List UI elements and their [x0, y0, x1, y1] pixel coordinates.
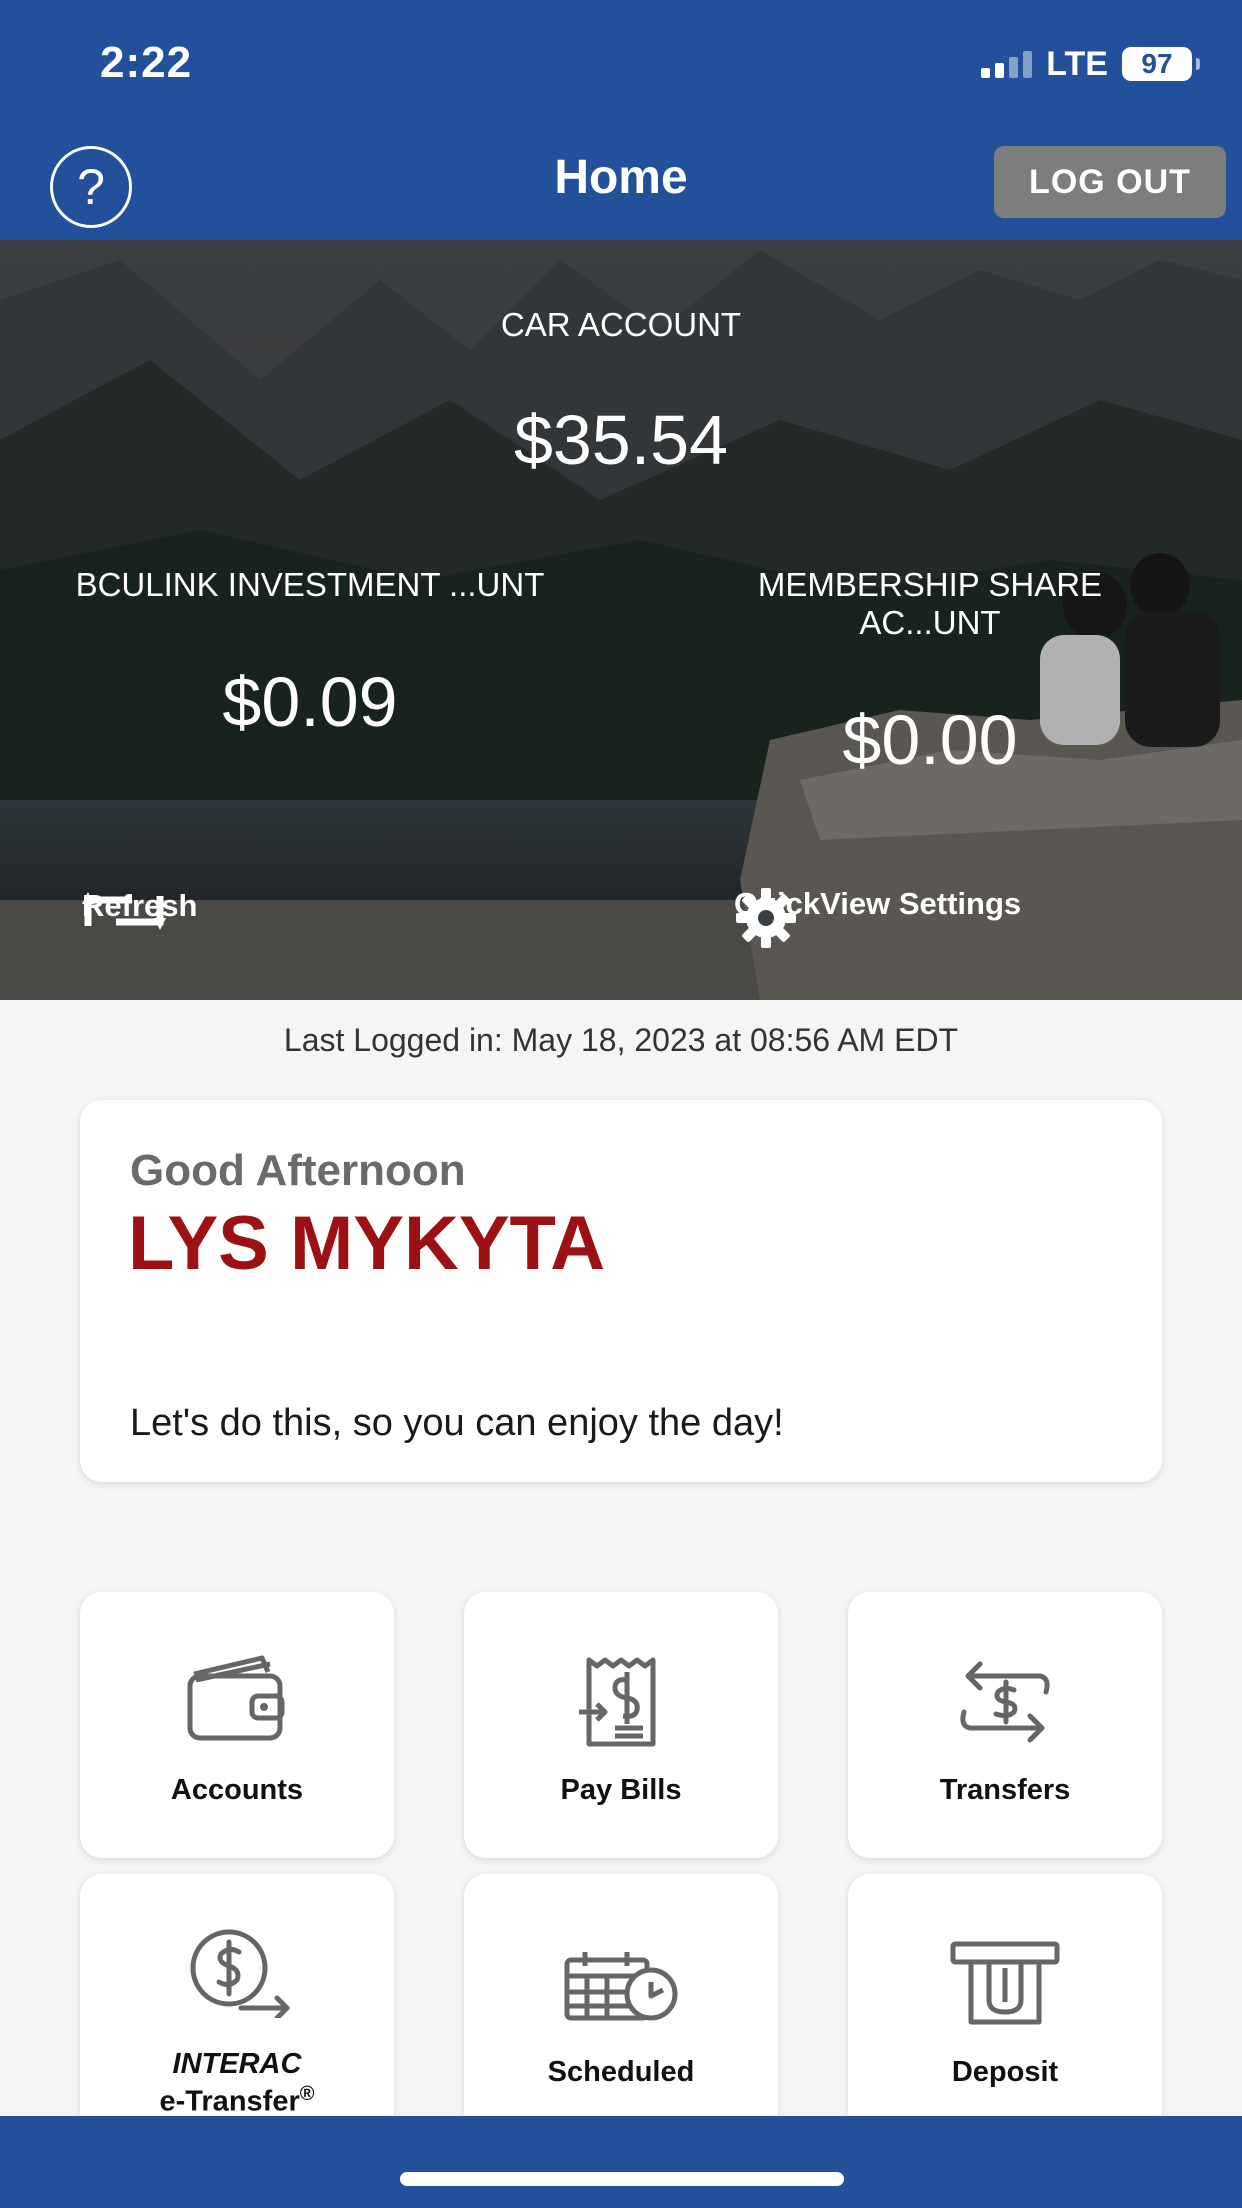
status-indicators: LTE 97: [981, 44, 1200, 84]
tile-transfers[interactable]: Transfers: [848, 1592, 1162, 1858]
greeting-name: LYS MYKYTA: [128, 1201, 606, 1286]
tile-transfers-label: Transfers: [939, 1774, 1071, 1806]
right-account-name: MEMBERSHIP SHARE AC...UNT: [680, 566, 1180, 642]
tile-interac-etransfer[interactable]: INTERAC e-Transfer®: [80, 1874, 394, 2140]
tile-pay-bills[interactable]: Pay Bills: [464, 1592, 778, 1858]
registered-mark: ®: [299, 2083, 315, 2105]
logout-button[interactable]: LOG OUT: [994, 146, 1226, 218]
tile-deposit[interactable]: Deposit: [848, 1874, 1162, 2140]
gear-icon: [736, 888, 796, 948]
primary-account-name: CAR ACCOUNT: [500, 306, 742, 343]
quickview-settings-button[interactable]: QuickView Settings: [734, 886, 1021, 948]
tile-accounts[interactable]: Accounts: [80, 1592, 394, 1858]
tile-deposit-label: Deposit: [951, 2056, 1059, 2088]
right-account-name-line1: MEMBERSHIP SHARE: [757, 566, 1103, 603]
top-bar: 2:22 LTE 97 ? Home LOG OUT: [0, 0, 1242, 240]
status-time: 2:22: [100, 38, 193, 87]
atm-deposit-icon: [950, 1941, 1060, 2025]
tile-scheduled[interactable]: Scheduled: [464, 1874, 778, 2140]
battery-icon: 97: [1122, 47, 1200, 81]
wallet-icon: [187, 1655, 285, 1741]
greeting-salutation: Good Afternoon: [130, 1146, 466, 1195]
primary-account-balance: $35.54: [513, 401, 729, 479]
right-account-balance: $0.00: [842, 701, 1018, 779]
tile-pay-bills-label: Pay Bills: [560, 1774, 682, 1806]
tile-interac-etransfer-label: INTERAC e-Transfer®: [80, 2049, 394, 2117]
greeting-card: Good Afternoon LYS MYKYTA Let's do this,…: [80, 1100, 1162, 1482]
quickview-panel: CAR ACCOUNT $35.54 BCULINK INVESTMENT ..…: [0, 240, 1242, 1000]
etransfer-icon: [190, 1929, 290, 2018]
left-account-name: BCULINK INVESTMENT ...UNT: [75, 566, 545, 603]
signal-icon: [981, 50, 1033, 78]
network-label: LTE: [1046, 44, 1108, 83]
calendar-clock-icon: [564, 1952, 678, 2021]
bottom-bar: [0, 2116, 1242, 2208]
greeting-message: Let's do this, so you can enjoy the day!: [130, 1402, 784, 1444]
last-login-text: Last Logged in: May 18, 2023 at 08:56 AM…: [283, 1022, 959, 1058]
left-account-balance: $0.09: [222, 663, 398, 741]
refresh-button[interactable]: Refresh: [82, 888, 197, 930]
etransfer-label-line: e-Transfer®: [80, 2079, 394, 2117]
interac-label: INTERAC: [172, 2048, 302, 2080]
tile-accounts-label: Accounts: [170, 1774, 304, 1806]
transfer-icon: [960, 1661, 1050, 1743]
right-account-name-line2: AC...UNT: [859, 604, 1001, 641]
tile-scheduled-label: Scheduled: [547, 2056, 695, 2088]
refresh-icon: [82, 892, 166, 930]
home-indicator[interactable]: [400, 2172, 844, 2186]
bill-icon: [579, 1657, 656, 1747]
etransfer-label: e-Transfer: [159, 2085, 300, 2118]
